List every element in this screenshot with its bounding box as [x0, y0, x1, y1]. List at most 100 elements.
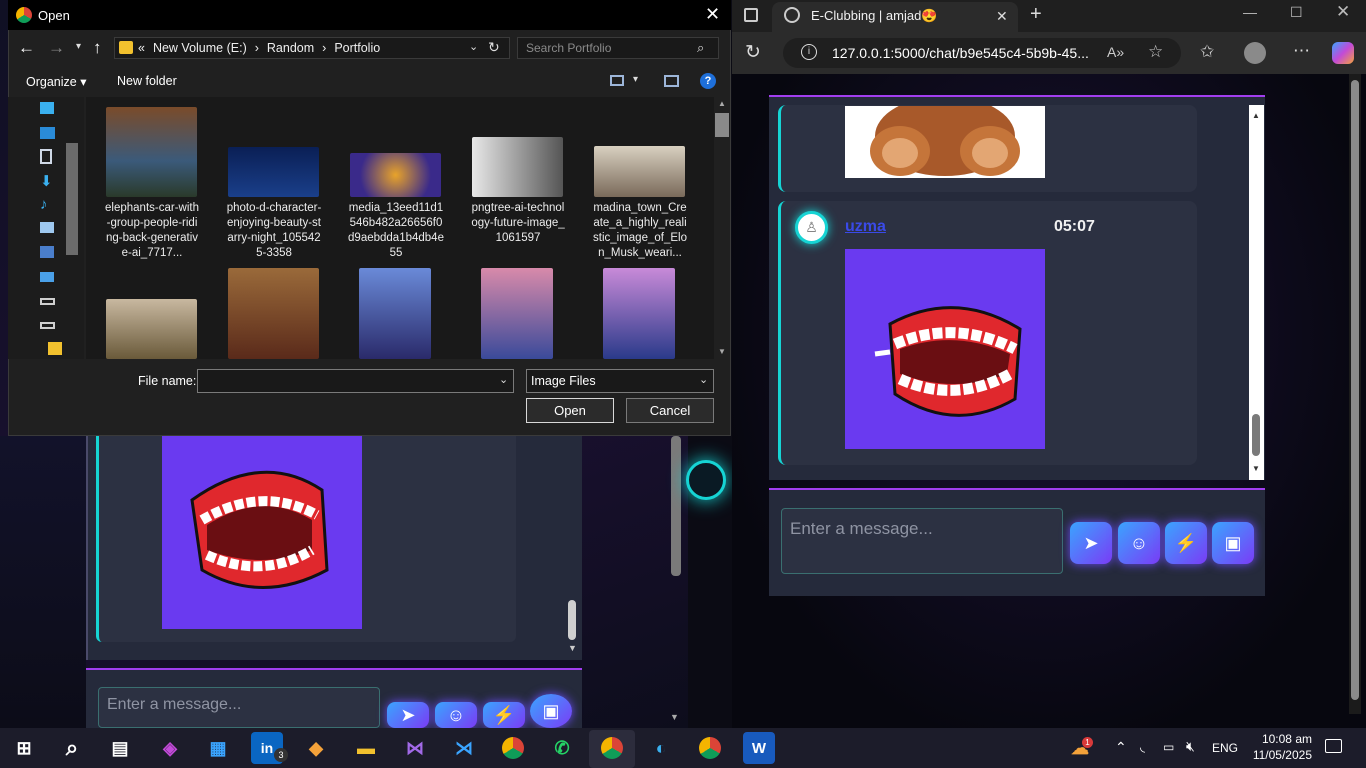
open-button[interactable]: Open — [526, 398, 614, 423]
message-username[interactable]: uzma — [845, 218, 886, 236]
notifications-icon[interactable] — [1325, 739, 1342, 753]
left-emoji-button[interactable]: ☺ — [435, 702, 477, 728]
chat-scrollbar-thumb[interactable] — [1252, 414, 1260, 456]
wifi-icon[interactable]: ◟ — [1140, 739, 1145, 755]
task-view-icon[interactable]: ▤ — [104, 732, 136, 764]
file-thumbnail[interactable] — [106, 107, 197, 197]
tab-close-icon[interactable]: ✕ — [996, 8, 1008, 25]
whatsapp-icon[interactable]: ✆ — [546, 732, 578, 764]
folder-icon[interactable] — [48, 342, 62, 355]
message-input[interactable]: Enter a message... — [781, 508, 1063, 574]
left-chattering-teeth-image[interactable] — [162, 430, 362, 629]
address-dropdown-icon[interactable]: ⌄ — [469, 40, 478, 53]
breadcrumb-drive[interactable]: New Volume (E:) — [153, 41, 247, 55]
file-name-input[interactable] — [197, 369, 514, 393]
breadcrumb-overflow[interactable]: « — [138, 41, 145, 55]
favorite-star-icon[interactable]: ☆ — [1148, 42, 1163, 62]
3d-objects-icon[interactable] — [40, 102, 54, 114]
local-disk-icon[interactable] — [40, 272, 54, 282]
file-thumbnail[interactable] — [359, 268, 431, 359]
cancel-button[interactable]: Cancel — [626, 398, 714, 423]
file-name[interactable]: elephants-car-with-group-people-riding-b… — [104, 201, 200, 261]
user-avatar-icon[interactable]: ♙ — [795, 211, 828, 244]
file-thumbnail[interactable] — [472, 137, 563, 197]
teddy-bear-image[interactable] — [845, 106, 1045, 178]
file-thumbnail[interactable] — [603, 268, 675, 359]
bolt-button[interactable]: ⚡ — [1165, 522, 1207, 564]
read-aloud-icon[interactable]: A» — [1107, 44, 1124, 60]
help-icon[interactable]: ? — [700, 73, 716, 89]
file-name[interactable]: photo-d-character-enjoying-beauty-starry… — [226, 201, 322, 261]
up-arrow-icon[interactable]: ↑ — [93, 38, 102, 58]
file-thumbnail[interactable] — [481, 268, 553, 359]
new-folder-button[interactable]: New folder — [117, 74, 177, 88]
reload-icon[interactable]: ↻ — [745, 41, 761, 64]
file-thumbnail[interactable] — [594, 146, 685, 197]
tray-chevron-icon[interactable]: ⌃ — [1115, 739, 1127, 756]
left-bolt-button[interactable]: ⚡ — [483, 702, 525, 728]
left-page-scroll-down-icon[interactable]: ▼ — [670, 712, 679, 722]
nav-pane-scrollbar[interactable] — [66, 143, 78, 255]
videos-icon[interactable] — [40, 246, 54, 258]
desktop-icon[interactable] — [40, 127, 55, 139]
favorites-icon[interactable]: ✩ — [1200, 42, 1214, 62]
file-type-select[interactable]: Image Files — [526, 369, 714, 393]
music-icon[interactable]: ♪ — [40, 196, 48, 213]
volume-muted-icon[interactable]: 🔇︎ — [1186, 738, 1195, 755]
recent-chevron-icon[interactable]: ▾ — [76, 41, 81, 52]
file-name[interactable]: pngtree-ai-technology-future-image_10615… — [470, 201, 566, 246]
copilot-icon[interactable]: ◈ — [154, 732, 186, 764]
back-arrow-icon[interactable]: ← — [18, 38, 35, 58]
file-explorer-icon[interactable]: ▬ — [350, 732, 382, 764]
maximize-icon[interactable]: ☐ — [1290, 4, 1303, 21]
downloads-icon[interactable]: ⬇ — [40, 172, 53, 190]
file-thumbnail[interactable] — [350, 153, 441, 197]
edge-url[interactable]: 127.0.0.1:5000/chat/b9e545c4-5b9b-45... — [832, 45, 1089, 61]
pictures-icon[interactable] — [40, 222, 54, 233]
chat-scroll-down-icon[interactable]: ▼ — [1252, 464, 1260, 473]
left-page-scrollbar[interactable] — [671, 436, 681, 576]
breadcrumb-portfolio[interactable]: Portfolio — [334, 41, 380, 55]
file-thumbnail[interactable] — [228, 147, 319, 197]
left-message-input[interactable]: Enter a message... — [98, 687, 380, 728]
edge-icon[interactable]: ◐ — [645, 732, 677, 764]
chrome-alt-icon[interactable] — [694, 732, 726, 764]
store-icon[interactable]: ▦ — [202, 732, 234, 764]
file-name[interactable]: madina_town_Create_a_highly_realistic_im… — [592, 201, 688, 261]
profile-avatar-icon[interactable] — [1244, 42, 1266, 64]
chrome-profile-icon[interactable] — [596, 732, 628, 764]
left-scrollbar-thumb[interactable] — [568, 600, 576, 640]
send-button[interactable]: ➤ — [1070, 522, 1112, 564]
view-icon[interactable] — [610, 75, 624, 86]
word-icon[interactable]: W — [743, 732, 775, 764]
scroll-down-icon[interactable]: ▼ — [718, 347, 726, 356]
site-info-icon[interactable]: i — [801, 44, 817, 60]
file-thumbnail[interactable] — [228, 268, 319, 359]
image-upload-button[interactable]: ▣ — [1212, 522, 1254, 564]
file-type-dropdown-icon[interactable]: ⌄ — [699, 373, 708, 386]
weather-icon[interactable]: ☁ — [1064, 732, 1096, 764]
vscode-icon[interactable]: ⋊ — [448, 732, 480, 764]
preview-pane-icon[interactable] — [664, 75, 679, 87]
language-indicator[interactable]: ENG — [1212, 741, 1238, 755]
view-dropdown-icon[interactable]: ▾ — [633, 74, 638, 85]
tab-actions-icon[interactable] — [744, 8, 758, 22]
visual-studio-icon[interactable]: ⋈ — [399, 732, 431, 764]
left-scroll-down-icon[interactable]: ▼ — [568, 643, 578, 655]
breadcrumb-random[interactable]: Random — [267, 41, 314, 55]
clock[interactable]: 10:08 am 11/05/2025 — [1248, 732, 1312, 762]
documents-icon[interactable] — [40, 149, 52, 164]
search-input[interactable]: Search Portfolio — [517, 37, 719, 59]
file-name-dropdown-icon[interactable]: ⌄ — [499, 373, 508, 386]
file-list-scrollbar[interactable] — [715, 113, 729, 137]
git-icon[interactable]: ◆ — [300, 732, 332, 764]
minimize-icon[interactable]: — — [1243, 4, 1257, 20]
emoji-button[interactable]: ☺ — [1118, 522, 1160, 564]
drive-icon[interactable] — [40, 298, 55, 305]
chrome-icon[interactable] — [497, 732, 529, 764]
left-image-button[interactable]: ▣ — [530, 694, 572, 728]
organize-button[interactable]: Organize ▾ — [26, 74, 86, 89]
window-close-icon[interactable]: ✕ — [1336, 2, 1350, 22]
dialog-close-icon[interactable]: ✕ — [705, 4, 720, 25]
search-icon[interactable]: ⌕ — [56, 732, 88, 764]
